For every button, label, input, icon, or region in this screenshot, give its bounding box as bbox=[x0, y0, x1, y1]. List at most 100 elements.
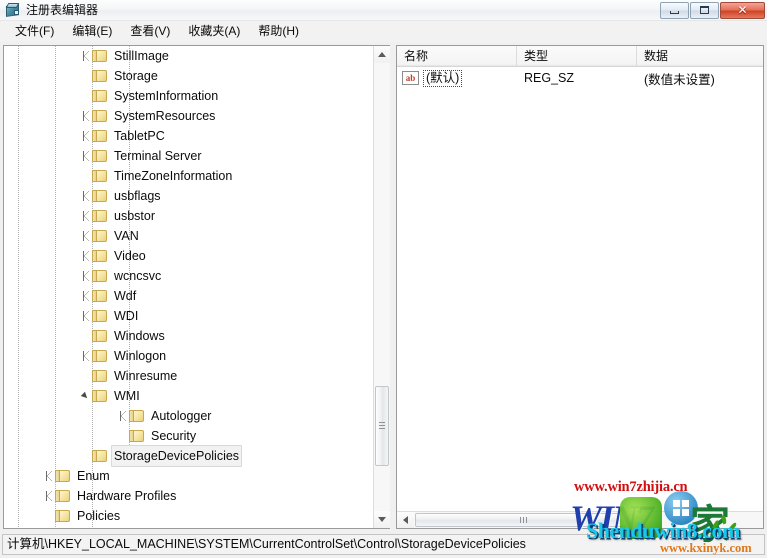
tree-item-label: Terminal Server bbox=[114, 149, 202, 163]
expand-arrow-closed-icon[interactable] bbox=[81, 246, 92, 266]
menu-item-favorites[interactable]: 收藏夹(A) bbox=[179, 22, 249, 42]
tree-item-label: WDI bbox=[114, 309, 139, 323]
tree-item-enum[interactable]: Enum bbox=[4, 466, 374, 486]
folder-icon bbox=[55, 489, 71, 503]
expand-arrow-closed-icon[interactable] bbox=[81, 146, 92, 166]
column-header-data[interactable]: 数据 bbox=[637, 46, 763, 66]
list-scrollbar-thumb[interactable] bbox=[415, 513, 630, 527]
folder-icon bbox=[92, 449, 108, 463]
tree-scrollbar-thumb[interactable] bbox=[375, 386, 389, 466]
maximize-button[interactable] bbox=[690, 1, 719, 19]
expand-arrow-closed-icon[interactable] bbox=[44, 466, 55, 486]
tree-item-stillimage[interactable]: StillImage bbox=[4, 46, 374, 66]
menu-item-edit[interactable]: 编辑(E) bbox=[63, 22, 121, 42]
scroll-left-button[interactable] bbox=[397, 512, 414, 528]
tree-item-winresume[interactable]: Winresume bbox=[4, 366, 374, 386]
tree-item-van[interactable]: VAN bbox=[4, 226, 374, 246]
value-name: (默认) bbox=[423, 69, 463, 87]
tree-item-label: SystemResources bbox=[114, 109, 216, 123]
registry-editor-window: 注册表编辑器 ✕ 文件(F) 编辑(E) 查看(V) 收藏夹(A) 帮助(H) bbox=[0, 0, 767, 558]
folder-icon bbox=[92, 249, 108, 263]
tree-item-storage[interactable]: Storage bbox=[4, 66, 374, 86]
tree-item-video[interactable]: Video bbox=[4, 246, 374, 266]
table-row[interactable]: ab (默认) REG_SZ (数值未设置) bbox=[397, 67, 763, 89]
tree-stub bbox=[81, 66, 92, 86]
expand-arrow-closed-icon[interactable] bbox=[81, 206, 92, 226]
window-controls: ✕ bbox=[659, 0, 765, 20]
folder-icon bbox=[92, 369, 108, 383]
tree-item-storagedevicepolicies[interactable]: StorageDevicePolicies bbox=[4, 445, 374, 467]
tree-item-policies[interactable]: Policies bbox=[4, 506, 374, 526]
tree-item-systemresources[interactable]: SystemResources bbox=[4, 106, 374, 126]
tree-item-timezoneinformation[interactable]: TimeZoneInformation bbox=[4, 166, 374, 186]
column-header-type[interactable]: 类型 bbox=[517, 46, 637, 66]
tree-item-systeminformation[interactable]: SystemInformation bbox=[4, 86, 374, 106]
expand-arrow-closed-icon[interactable] bbox=[44, 486, 55, 506]
expand-arrow-closed-icon[interactable] bbox=[81, 126, 92, 146]
tree-item-wdf[interactable]: Wdf bbox=[4, 286, 374, 306]
tree-item-terminal-server[interactable]: Terminal Server bbox=[4, 146, 374, 166]
expand-arrow-closed-icon[interactable] bbox=[81, 186, 92, 206]
expand-arrow-closed-icon[interactable] bbox=[81, 226, 92, 246]
tree-item-wmi[interactable]: WMI bbox=[4, 386, 374, 406]
expand-arrow-closed-icon[interactable] bbox=[81, 106, 92, 126]
scroll-down-button[interactable] bbox=[374, 511, 390, 528]
column-header-name[interactable]: 名称 bbox=[397, 46, 517, 66]
tree-scroll-area: StillImage Storage SystemInformation System… bbox=[4, 46, 374, 528]
content-panes: StillImage Storage SystemInformation System… bbox=[0, 42, 767, 532]
expand-arrow-closed-icon[interactable] bbox=[81, 46, 92, 66]
tree-item-usbflags[interactable]: usbflags bbox=[4, 186, 374, 206]
folder-icon bbox=[92, 329, 108, 343]
tree-item-label: Hardware Profiles bbox=[77, 489, 177, 503]
tree-item-wcncsvc[interactable]: wcncsvc bbox=[4, 266, 374, 286]
expand-arrow-closed-icon[interactable] bbox=[81, 346, 92, 366]
tree-item-label: usbstor bbox=[114, 209, 155, 223]
tree-item-label: Security bbox=[151, 429, 197, 443]
tree-item-security[interactable]: Security bbox=[4, 426, 374, 446]
minimize-icon bbox=[670, 10, 679, 14]
folder-icon bbox=[55, 469, 71, 483]
cell-name: ab (默认) bbox=[397, 69, 517, 87]
folder-icon bbox=[92, 69, 108, 83]
menu-item-view[interactable]: 查看(V) bbox=[121, 22, 179, 42]
tree-item-windows[interactable]: Windows bbox=[4, 326, 374, 346]
folder-icon bbox=[129, 409, 145, 423]
tree-item-tabletpc[interactable]: TabletPC bbox=[4, 126, 374, 146]
tree-item-wdi[interactable]: WDI bbox=[4, 306, 374, 326]
registry-tree-pane[interactable]: StillImage Storage SystemInformation System… bbox=[3, 45, 390, 529]
tree-item-usbstor[interactable]: usbstor bbox=[4, 206, 374, 226]
folder-icon bbox=[92, 349, 108, 363]
scroll-up-button[interactable] bbox=[374, 46, 390, 63]
list-horizontal-scrollbar[interactable] bbox=[397, 511, 763, 528]
tree-stub bbox=[81, 446, 92, 466]
tree-stub bbox=[81, 86, 92, 106]
minimize-button[interactable] bbox=[660, 1, 689, 19]
folder-icon bbox=[92, 129, 108, 143]
tree-item-label: wcncsvc bbox=[114, 269, 162, 283]
expand-arrow-open-icon[interactable] bbox=[81, 386, 92, 406]
menu-item-help[interactable]: 帮助(H) bbox=[249, 22, 308, 42]
tree-stub bbox=[44, 506, 55, 526]
tree-item-autologger[interactable]: Autologger bbox=[4, 406, 374, 426]
registry-values-pane[interactable]: 名称 类型 数据 ab (默认) REG_SZ (数值未设置) bbox=[396, 45, 764, 529]
tree-item-hardware-profiles[interactable]: Hardware Profiles bbox=[4, 486, 374, 506]
tree-stub bbox=[118, 426, 129, 446]
expand-arrow-closed-icon[interactable] bbox=[81, 306, 92, 326]
tree-vertical-scrollbar[interactable] bbox=[373, 46, 390, 528]
close-button[interactable]: ✕ bbox=[720, 1, 765, 19]
expand-arrow-closed-icon[interactable] bbox=[81, 266, 92, 286]
expand-arrow-closed-icon[interactable] bbox=[81, 286, 92, 306]
tree-item-winlogon[interactable]: Winlogon bbox=[4, 346, 374, 366]
tree-item-label: Windows bbox=[114, 329, 165, 343]
folder-icon bbox=[92, 309, 108, 323]
expand-arrow-closed-icon[interactable] bbox=[118, 406, 129, 426]
menu-item-file[interactable]: 文件(F) bbox=[6, 22, 63, 42]
